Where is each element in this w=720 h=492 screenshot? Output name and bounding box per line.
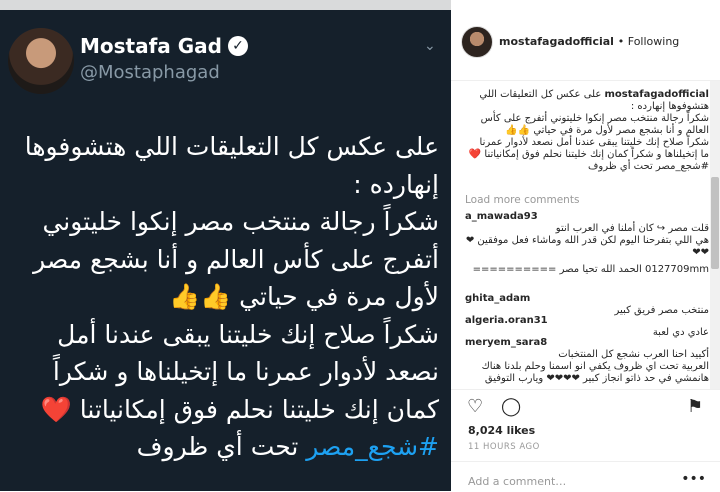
comment-user[interactable]: ghita_adam — [465, 293, 530, 304]
tweet-handle: @Mostaphagad — [80, 62, 220, 83]
likes-count[interactable]: 8,024 likes — [468, 424, 535, 437]
image-top-strip — [0, 0, 451, 10]
scrollbar-thumb[interactable] — [711, 177, 719, 269]
caption: mostafagadofficial على عكس كل التعليقات … — [465, 89, 709, 173]
post-image: Mostafa Gad ✓ @Mostaphagad ⌄ على عكس كل … — [0, 0, 451, 491]
tweet-author-name: Mostafa Gad — [80, 34, 222, 58]
comment-text: قلت مصر ↪ كان أملنا في العرب انتو هي الل… — [465, 223, 709, 258]
post-time[interactable]: 11 HOURS AGO — [468, 442, 540, 452]
tweet-text: على عكس كل التعليقات اللي هتشوفوها إنهار… — [9, 128, 439, 466]
heart-icon[interactable]: ♡ — [467, 396, 483, 417]
more-options-icon[interactable]: ••• — [681, 471, 706, 487]
verified-icon: ✓ — [228, 36, 248, 56]
comment-item: ghita_adam منتخب مصر فريق كبير — [465, 293, 709, 317]
caption-user[interactable]: mostafagadofficial — [605, 89, 710, 100]
avatar[interactable] — [461, 26, 493, 58]
comment-item: 0127709mm الحمد الله تحيا مصر ========== — [465, 264, 709, 276]
comment-item: algeria.oran31 عادي دي لعبة — [465, 315, 709, 339]
comment-item: a_mawada93 قلت مصر ↪ كان أملنا في العرب … — [465, 211, 709, 259]
add-comment-input[interactable]: Add a comment… — [468, 475, 566, 488]
comments-scrollbar[interactable] — [710, 81, 720, 389]
comment-user[interactable]: algeria.oran31 — [465, 315, 548, 326]
caption-text: على عكس كل التعليقات اللي هتشوفوها إنهار… — [468, 89, 709, 172]
comment-user[interactable]: a_mawada93 — [465, 211, 538, 222]
comment-user[interactable]: meryem_sara8 — [465, 337, 547, 348]
username-link[interactable]: mostafagadofficial — [499, 35, 614, 48]
tweet-author: Mostafa Gad ✓ — [80, 34, 248, 58]
chevron-down-icon: ⌄ — [424, 38, 436, 54]
following-status[interactable]: • Following — [618, 35, 680, 48]
comment-icon[interactable]: ◯ — [501, 396, 521, 417]
post-header-user: mostafagadofficial • Following — [499, 35, 679, 48]
comment-text: 0127709mm الحمد الله تحيا مصر ========== — [472, 264, 709, 275]
load-more-comments-button[interactable]: Load more comments — [465, 194, 579, 206]
tweet-body: على عكس كل التعليقات اللي هتشوفوها إنهار… — [24, 132, 439, 424]
comments-section: mostafagadofficial على عكس كل التعليقات … — [451, 81, 713, 389]
post-header: mostafagadofficial • Following — [451, 0, 720, 81]
comment-text: أكييد احنا العرب نشجع كل المنتخبات العرب… — [481, 349, 709, 384]
tweet-last-line: تحت أي ظروف — [136, 432, 307, 461]
comment-item: meryem_sara8 أكييد احنا العرب نشجع كل ال… — [465, 337, 709, 385]
tweet-avatar — [8, 28, 74, 94]
bookmark-icon[interactable]: ⚑ — [687, 396, 703, 417]
add-comment-bar: Add a comment… ••• — [451, 461, 720, 492]
tweet-hashtag: #شجع_مصر — [306, 432, 439, 461]
